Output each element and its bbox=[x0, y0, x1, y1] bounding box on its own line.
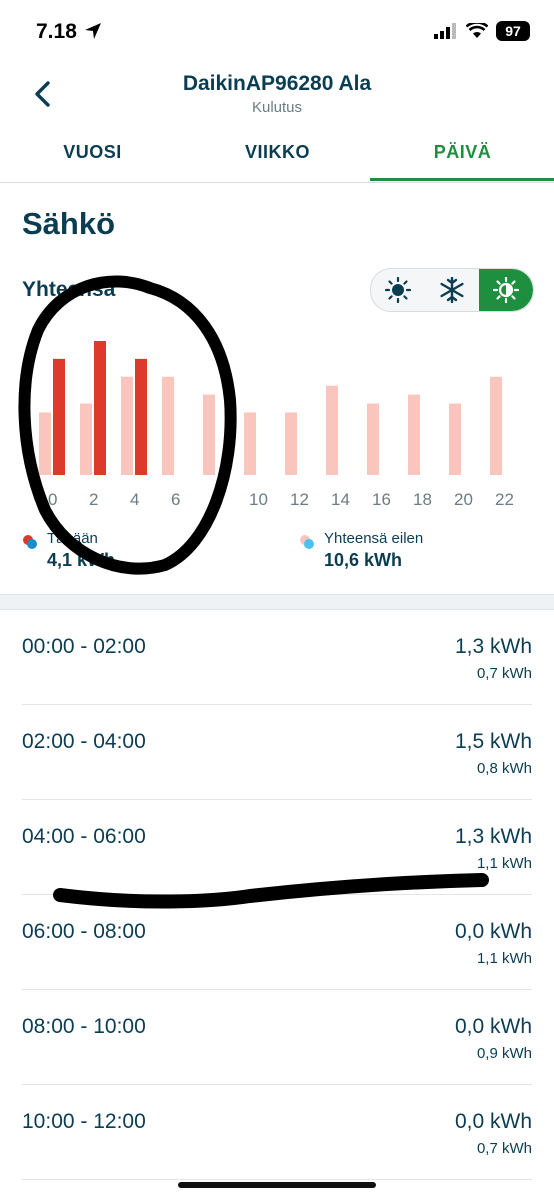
x-tick-label: 6 bbox=[171, 490, 180, 509]
bar-yesterday-18 bbox=[408, 394, 420, 475]
row-time: 10:00 - 12:00 bbox=[22, 1110, 146, 1133]
snowflake-icon bbox=[440, 277, 464, 303]
bar-yesterday-6 bbox=[162, 376, 174, 475]
x-tick-label: 22 bbox=[495, 490, 514, 509]
bar-yesterday-8 bbox=[203, 394, 215, 475]
tab-week[interactable]: VIIKKO bbox=[185, 142, 370, 163]
bar-yesterday-14 bbox=[326, 385, 338, 475]
legend-yesterday-dot bbox=[300, 535, 314, 549]
row-time: 00:00 - 02:00 bbox=[22, 635, 146, 658]
x-tick-label: 12 bbox=[290, 490, 309, 509]
home-indicator bbox=[178, 1182, 376, 1188]
row-value: 1,3 kWh bbox=[454, 635, 532, 658]
mode-heating-button[interactable] bbox=[371, 269, 425, 311]
bar-yesterday-12 bbox=[285, 412, 297, 475]
wifi-icon bbox=[466, 23, 488, 38]
table-row[interactable]: 10:00 - 12:00 0,0 kWh 0,7 kWh bbox=[22, 1084, 532, 1180]
bar-yesterday-16 bbox=[367, 403, 379, 475]
row-time: 04:00 - 06:00 bbox=[22, 825, 146, 848]
x-tick-label: 16 bbox=[372, 490, 391, 509]
row-value: 1,5 kWh bbox=[454, 730, 532, 753]
bar-today-2 bbox=[94, 341, 106, 475]
x-tick-label: 8 bbox=[212, 490, 221, 509]
bar-yesterday-4 bbox=[121, 376, 133, 475]
bar-yesterday-20 bbox=[449, 403, 461, 475]
legend-today-value: 4,1 kWh bbox=[47, 550, 116, 570]
row-value: 0,0 kWh bbox=[454, 1015, 532, 1038]
table-row[interactable]: 06:00 - 08:00 0,0 kWh 1,1 kWh bbox=[22, 894, 532, 990]
x-tick-label: 4 bbox=[130, 490, 139, 509]
bar-yesterday-22 bbox=[490, 376, 502, 475]
status-bar: 7.18 97 bbox=[0, 0, 554, 66]
x-tick-label: 14 bbox=[331, 490, 350, 509]
row-time: 06:00 - 08:00 bbox=[22, 920, 146, 943]
table-row[interactable]: 04:00 - 06:00 1,3 kWh 1,1 kWh bbox=[22, 799, 532, 895]
section-divider bbox=[0, 594, 554, 610]
x-tick-label: 10 bbox=[249, 490, 268, 509]
row-yesterday-value: 0,8 kWh bbox=[476, 760, 532, 777]
row-time: 02:00 - 04:00 bbox=[22, 730, 146, 753]
header: DaikinAP96280 Ala Kulutus bbox=[0, 66, 554, 124]
row-yesterday-value: 1,1 kWh bbox=[476, 855, 532, 872]
tab-day[interactable]: PÄIVÄ bbox=[370, 142, 554, 163]
row-time: 08:00 - 10:00 bbox=[22, 1015, 146, 1038]
x-tick-label: 2 bbox=[89, 490, 98, 509]
status-time: 7.18 bbox=[36, 20, 77, 43]
row-value: 0,0 kWh bbox=[454, 920, 532, 943]
mode-toggle bbox=[370, 268, 534, 312]
table-row[interactable]: 00:00 - 02:00 1,3 kWh 0,7 kWh bbox=[22, 609, 532, 705]
tab-year[interactable]: VUOSI bbox=[0, 142, 185, 163]
bar-yesterday-2 bbox=[80, 403, 92, 475]
battery-indicator: 97 bbox=[496, 21, 530, 41]
bar-yesterday-0 bbox=[39, 412, 51, 475]
legend-today-label: Tänään bbox=[47, 530, 98, 547]
page-subtitle: Kulutus bbox=[251, 99, 303, 116]
row-yesterday-value: 0,7 kWh bbox=[476, 665, 532, 682]
location-arrow-icon bbox=[85, 23, 101, 39]
x-tick-label: 18 bbox=[413, 490, 432, 509]
legend-yesterday-value: 10,6 kWh bbox=[324, 550, 403, 570]
row-yesterday-value: 0,9 kWh bbox=[476, 1045, 532, 1062]
table-row[interactable]: 08:00 - 10:00 0,0 kWh 0,9 kWh bbox=[22, 989, 532, 1085]
row-value: 0,0 kWh bbox=[454, 1110, 532, 1133]
active-tab-indicator bbox=[370, 178, 554, 181]
consumption-bar-chart: 0 2 4 6 8 10 12 14 16 18 20 22 bbox=[39, 341, 514, 509]
legend-today-dot bbox=[23, 535, 37, 549]
bar-today-4 bbox=[135, 358, 147, 475]
period-tabs: VUOSI VIIKKO PÄIVÄ bbox=[0, 126, 554, 183]
x-tick-label: 0 bbox=[48, 490, 57, 509]
table-row[interactable]: 02:00 - 04:00 1,5 kWh 0,8 kWh bbox=[22, 704, 532, 800]
cellular-signal-icon bbox=[434, 23, 456, 39]
auto-mode-icon bbox=[493, 277, 519, 303]
sun-icon bbox=[385, 277, 411, 303]
row-yesterday-value: 1,1 kWh bbox=[476, 950, 532, 967]
x-tick-label: 20 bbox=[454, 490, 473, 509]
page-title: DaikinAP96280 Ala bbox=[182, 72, 372, 95]
mode-auto-button[interactable] bbox=[479, 269, 533, 311]
section-title: Sähkö bbox=[22, 206, 116, 241]
row-value: 1,3 kWh bbox=[454, 825, 532, 848]
mode-cooling-button[interactable] bbox=[425, 269, 479, 311]
total-label: Yhteensä bbox=[22, 278, 116, 301]
legend-yesterday-label: Yhteensä eilen bbox=[324, 530, 424, 547]
bar-yesterday-10 bbox=[244, 412, 256, 475]
row-yesterday-value: 0,7 kWh bbox=[476, 1140, 532, 1157]
bar-today-0 bbox=[53, 358, 65, 475]
